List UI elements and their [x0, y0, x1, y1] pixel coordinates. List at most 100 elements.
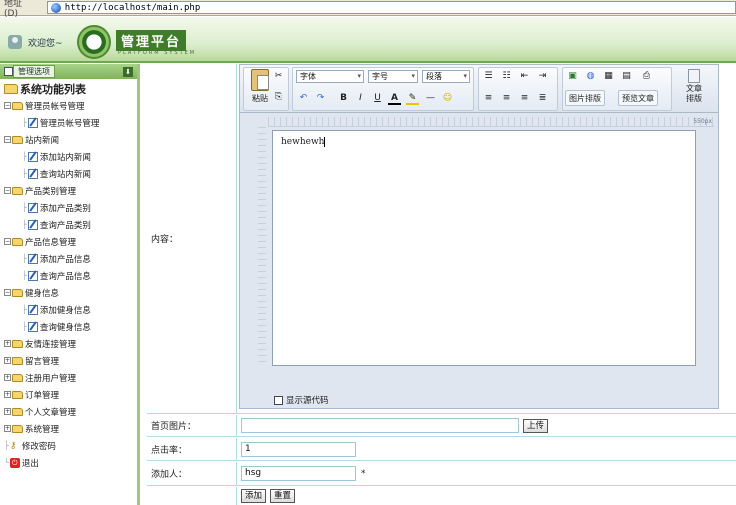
bold-icon[interactable]: B [337, 92, 350, 105]
collapse-icon[interactable]: − [4, 102, 11, 109]
sidebar-header: 管理选项 ⬇ [0, 64, 137, 79]
collapse-icon[interactable]: − [4, 238, 11, 245]
link-icon[interactable]: ◍ [584, 70, 597, 83]
image-input[interactable] [241, 418, 519, 433]
horizontal-rule-icon[interactable]: — [424, 92, 437, 105]
folder-open-icon [12, 135, 23, 144]
address-bar: 地址 (D) http://localhost/main.php [0, 0, 736, 19]
exit-icon: ⏻ [9, 457, 20, 468]
edit-document-icon [27, 219, 38, 230]
expand-icon[interactable]: + [4, 408, 11, 415]
upload-button[interactable]: 上传 [523, 418, 549, 433]
indent-icon[interactable]: ⇥ [536, 70, 549, 83]
sidebar-item[interactable]: ├ ⚷ 修改密码 [0, 437, 137, 454]
paste-button[interactable]: 粘贴 [248, 69, 272, 109]
sidebar-item[interactable]: + 留言管理 [0, 352, 137, 369]
sidebar-item[interactable]: − 产品信息管理 [0, 233, 137, 250]
cut-icon[interactable]: ✂ [272, 70, 285, 83]
url-input[interactable]: http://localhost/main.php [46, 1, 736, 14]
align-left-icon[interactable]: ≡ [482, 92, 495, 105]
copy-icon[interactable]: ⎘ [272, 91, 285, 104]
sidebar-item[interactable]: + 订单管理 [0, 386, 137, 403]
sidebar-item[interactable]: ├ 查询产品类别 [0, 216, 137, 233]
sidebar-item[interactable]: + 系统管理 [0, 420, 137, 437]
collapse-icon[interactable]: − [4, 136, 11, 143]
sidebar: 管理选项 ⬇ 系统功能列表 − 管理员帐号管理 ├ 管理员帐号管理 − 站内新闻 ├ 添加站内… [0, 64, 140, 505]
collapse-icon[interactable]: − [4, 289, 11, 296]
sidebar-item[interactable]: ├ 查询健身信息 [0, 318, 137, 335]
logo-subtitle: PLATFORM SYSTEM [118, 50, 197, 56]
undo-icon[interactable]: ↶ [297, 92, 310, 105]
emoticon-icon[interactable]: ☺ [441, 92, 454, 105]
expand-icon[interactable]: + [4, 357, 11, 364]
unordered-list-icon[interactable]: ☷ [500, 70, 513, 83]
collapse-icon[interactable]: − [4, 187, 11, 194]
sidebar-item-label: 系统管理 [25, 424, 60, 435]
show-source-toggle[interactable]: 显示源代码 [274, 394, 329, 406]
clicks-input[interactable]: 1 [241, 441, 356, 457]
collapse-arrow-icon[interactable]: ⬇ [123, 66, 133, 77]
edit-document-icon [27, 321, 38, 332]
image-row: 首页图片： 上传 [147, 415, 736, 437]
options-button[interactable]: 管理选项 [13, 65, 55, 78]
sidebar-item[interactable]: − 站内新闻 [0, 131, 137, 148]
image-layout-button[interactable]: 图片排版 [565, 90, 605, 106]
add-button[interactable]: 添加 [241, 489, 267, 503]
author-input[interactable]: hsg [241, 466, 356, 481]
sidebar-item[interactable]: ├ 查询站内新闻 [0, 165, 137, 182]
sidebar-item[interactable]: ├ 添加站内新闻 [0, 148, 137, 165]
document-icon [688, 69, 700, 83]
ordered-list-icon[interactable]: ☰ [482, 70, 495, 83]
sidebar-item[interactable]: + 友情连接管理 [0, 335, 137, 352]
font-color-icon[interactable]: A [388, 92, 401, 105]
align-center-icon[interactable]: ≡ [500, 92, 513, 105]
edit-document-icon [27, 168, 38, 179]
edit-document-icon [27, 304, 38, 315]
sidebar-item[interactable]: ├ 查询产品信息 [0, 267, 137, 284]
align-justify-icon[interactable]: ≣ [536, 92, 549, 105]
reset-button[interactable]: 重置 [270, 489, 296, 503]
user-icon [8, 35, 22, 49]
article-layout-button[interactable]: 文章 排版 [676, 68, 712, 110]
print-icon[interactable]: ⎙ [640, 70, 653, 83]
url-text: http://localhost/main.php [64, 2, 201, 13]
editor-content-area[interactable]: hewhewh​ [272, 130, 696, 366]
image-icon[interactable]: ▣ [566, 70, 579, 83]
folder-icon [12, 390, 23, 399]
highlight-icon[interactable]: ✎ [406, 92, 419, 105]
sidebar-item-label: 健身信息 [25, 288, 60, 299]
clicks-label: 点击率： [147, 438, 237, 460]
clicks-row: 点击率： 1 [147, 438, 736, 461]
sidebar-item[interactable]: − 健身信息 [0, 284, 137, 301]
sidebar-item[interactable]: − 管理员帐号管理 [0, 97, 137, 114]
folder-open-icon [12, 288, 23, 297]
paragraph-select[interactable]: 段落 [422, 70, 470, 83]
sidebar-item[interactable]: └ ⏻ 退出 [0, 454, 137, 471]
italic-icon[interactable]: I [354, 92, 367, 105]
page-icon[interactable]: ▤ [620, 70, 633, 83]
expand-icon[interactable]: + [4, 425, 11, 432]
greeting: 欢迎您~ [8, 35, 63, 49]
expand-icon[interactable]: + [4, 374, 11, 381]
sidebar-item[interactable]: + 注册用户管理 [0, 369, 137, 386]
preview-article-button[interactable]: 预览文章 [618, 90, 658, 106]
underline-icon[interactable]: U [371, 92, 384, 105]
sidebar-item[interactable]: ├ 添加健身信息 [0, 301, 137, 318]
sidebar-item-label: 订单管理 [25, 390, 60, 401]
sidebar-item[interactable]: + 个人文章管理 [0, 403, 137, 420]
font-size-select[interactable]: 字号 [368, 70, 418, 83]
align-right-icon[interactable]: ≡ [518, 92, 531, 105]
outdent-icon[interactable]: ⇤ [518, 70, 531, 83]
expand-icon[interactable]: + [4, 391, 11, 398]
show-source-checkbox[interactable] [274, 395, 283, 405]
sidebar-item[interactable]: ├ 管理员帐号管理 [0, 114, 137, 131]
edit-document-icon [27, 202, 38, 213]
redo-icon[interactable]: ↷ [314, 92, 327, 105]
sidebar-item[interactable]: ├ 添加产品类别 [0, 199, 137, 216]
sidebar-item[interactable]: ├ 添加产品信息 [0, 250, 137, 267]
edit-document-icon [27, 270, 38, 281]
table-icon[interactable]: ▦ [602, 70, 615, 83]
font-select[interactable]: 字体 [296, 70, 364, 83]
sidebar-item[interactable]: − 产品类别管理 [0, 182, 137, 199]
expand-icon[interactable]: + [4, 340, 11, 347]
